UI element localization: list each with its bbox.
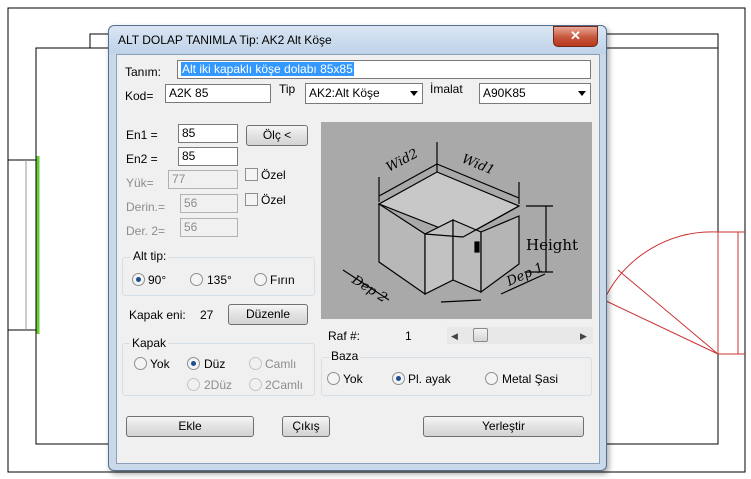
baza-metal-sasi-label: Metal Şasi: [502, 372, 559, 386]
kapak-camli-label: Camlı: [265, 357, 297, 371]
imalat-select[interactable]: A90K85: [479, 83, 591, 104]
alt-dolap-dialog: ALT DOLAP TANIMLA Tip: AK2 Alt Köşe ✕ Ta…: [108, 25, 607, 471]
dialog-title: ALT DOLAP TANIMLA Tip: AK2 Alt Köşe: [118, 33, 332, 47]
wid2-label: Wid2: [384, 146, 421, 175]
en2-input[interactable]: 85: [178, 147, 238, 166]
cabinet-preview: Wid2 Wid1 Height Dep 2 Dep 1: [321, 122, 592, 319]
olc-button[interactable]: Ölç <: [246, 125, 308, 146]
alt-tip-135-label: 135°: [207, 273, 232, 287]
scroll-left-icon[interactable]: ◀: [451, 331, 458, 342]
radio-selected-dot: [136, 277, 141, 282]
imalat-label: İmalat: [430, 82, 463, 96]
kapak-duz-label: Düz: [204, 357, 226, 371]
yerlestir-button[interactable]: Yerleştir: [423, 416, 584, 437]
close-button[interactable]: ✕: [553, 26, 598, 47]
kapak-2duz-label: 2Düz: [204, 378, 233, 392]
baza-yok-label: Yok: [343, 372, 363, 386]
raf-value: 1: [405, 329, 412, 343]
yuk-input[interactable]: 77: [168, 170, 238, 189]
dialog-client: Tanım: Alt iki kapaklı köşe dolabı 85x85…: [116, 54, 600, 464]
alt-tip-135-radio[interactable]: [190, 273, 203, 286]
en1-label: En1 =: [126, 128, 158, 142]
scroll-right-icon[interactable]: ▶: [580, 331, 587, 342]
radio-selected-dot: [396, 376, 401, 381]
tip-select-value: AK2:Alt Köşe: [309, 86, 380, 100]
tanim-value: Alt iki kapaklı köşe dolabı 85x85: [181, 62, 354, 76]
close-icon: ✕: [570, 28, 581, 43]
alt-tip-90-label: 90°: [148, 273, 167, 287]
derin-input[interactable]: 56: [180, 194, 238, 213]
baza-title: Baza: [329, 349, 361, 363]
dialog-titlebar[interactable]: ALT DOLAP TANIMLA Tip: AK2 Alt Köşe ✕: [109, 26, 606, 54]
kapak-eni-value: 27: [200, 308, 214, 322]
baza-pl-ayak-label: Pl. ayak: [408, 372, 451, 386]
kapak-yok-radio[interactable]: [134, 357, 147, 370]
kapak-camli-radio[interactable]: [249, 357, 262, 370]
kapak-2camli-label: 2Camlı: [265, 378, 304, 392]
baza-pl-ayak-radio[interactable]: [392, 372, 405, 385]
dep2-label: Dep 2: [348, 272, 390, 306]
ozel-label-1: Özel: [261, 168, 286, 182]
height-label: Height: [526, 236, 578, 254]
der2-input[interactable]: 56: [180, 218, 238, 237]
ozel-checkbox-2[interactable]: [245, 193, 258, 206]
tip-label: Tip: [279, 82, 296, 96]
derin-label: Derin.=: [126, 200, 166, 214]
alt-tip-firin-label: Fırın: [270, 273, 295, 287]
ozel-checkbox-1[interactable]: [245, 168, 258, 181]
radio-selected-dot: [191, 361, 196, 366]
kapak-title: Kapak: [130, 336, 169, 350]
raf-scroll-thumb[interactable]: [473, 328, 488, 342]
en2-label: En2 =: [126, 152, 158, 166]
tanim-label: Tanım:: [125, 65, 162, 79]
kapak-2duz-radio[interactable]: [187, 378, 200, 391]
ozel-label-2: Özel: [261, 193, 286, 207]
wid1-label: Wid1: [460, 152, 497, 179]
tanim-input[interactable]: Alt iki kapaklı köşe dolabı 85x85: [177, 60, 591, 79]
cabinet-drawing: Wid2 Wid1 Height Dep 2 Dep 1: [342, 142, 578, 306]
imalat-select-value: A90K85: [483, 86, 526, 100]
kapak-duz-radio[interactable]: [187, 357, 200, 370]
kapak-2camli-radio[interactable]: [249, 378, 262, 391]
en1-input[interactable]: 85: [178, 124, 238, 143]
ekle-button[interactable]: Ekle: [126, 416, 254, 437]
baza-yok-radio[interactable]: [327, 372, 340, 385]
raf-label: Raf #:: [328, 329, 361, 343]
duzenle-button[interactable]: Düzenle: [228, 304, 308, 325]
kod-input[interactable]: A2K 85: [165, 84, 271, 103]
alt-tip-firin-radio[interactable]: [254, 273, 267, 286]
baza-metal-sasi-radio[interactable]: [485, 372, 498, 385]
alt-tip-title: Alt tip:: [131, 249, 169, 263]
alt-tip-90-radio[interactable]: [132, 273, 145, 286]
der2-label: Der. 2=: [126, 224, 166, 238]
kapak-yok-label: Yok: [150, 357, 170, 371]
yuk-label: Yük=: [126, 176, 154, 190]
raf-scrollbar[interactable]: ◀ ▶: [447, 327, 593, 344]
chevron-down-icon: [578, 91, 586, 96]
kapak-eni-label: Kapak eni:: [129, 308, 186, 322]
chevron-down-icon: [410, 91, 418, 96]
kod-label: Kod=: [125, 89, 154, 103]
tip-select[interactable]: AK2:Alt Köşe: [305, 83, 423, 104]
cikis-button[interactable]: Çıkış: [282, 416, 330, 437]
